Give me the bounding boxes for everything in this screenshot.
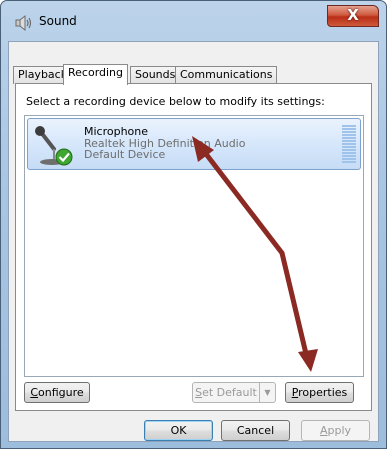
apply-button[interactable]: Apply (301, 420, 370, 441)
device-status: Default Device (84, 148, 166, 161)
speaker-icon (15, 14, 32, 32)
set-default-button[interactable]: Set Default ▼ (192, 382, 276, 403)
recording-tab-panel: Select a recording device below to modif… (15, 83, 372, 411)
window-title: Sound (39, 14, 77, 28)
recording-device-list[interactable]: Microphone Realtek High Definition Audio… (24, 115, 364, 377)
ok-button[interactable]: OK (144, 420, 213, 441)
title-bar[interactable]: Sound X (1, 1, 386, 41)
cancel-button[interactable]: Cancel (221, 420, 290, 441)
tab-communications[interactable]: Communications (175, 66, 278, 84)
check-icon (55, 148, 73, 166)
close-button[interactable]: X (327, 5, 379, 27)
properties-button[interactable]: Properties (285, 382, 354, 403)
tab-sounds[interactable]: Sounds (130, 66, 181, 84)
sound-dialog-window: Sound X Playback Recording Sounds Commun… (0, 0, 387, 449)
microphone-icon (35, 126, 73, 166)
tab-recording[interactable]: Recording (63, 64, 129, 85)
set-default-dropdown-arrow[interactable]: ▼ (259, 383, 275, 402)
configure-button[interactable]: Configure (24, 382, 90, 403)
input-level-meter (342, 125, 356, 165)
instruction-text: Select a recording device below to modif… (26, 95, 325, 108)
dialog-client-area: Playback Recording Sounds Communications… (8, 41, 379, 442)
device-item-microphone[interactable]: Microphone Realtek High Definition Audio… (27, 118, 361, 170)
